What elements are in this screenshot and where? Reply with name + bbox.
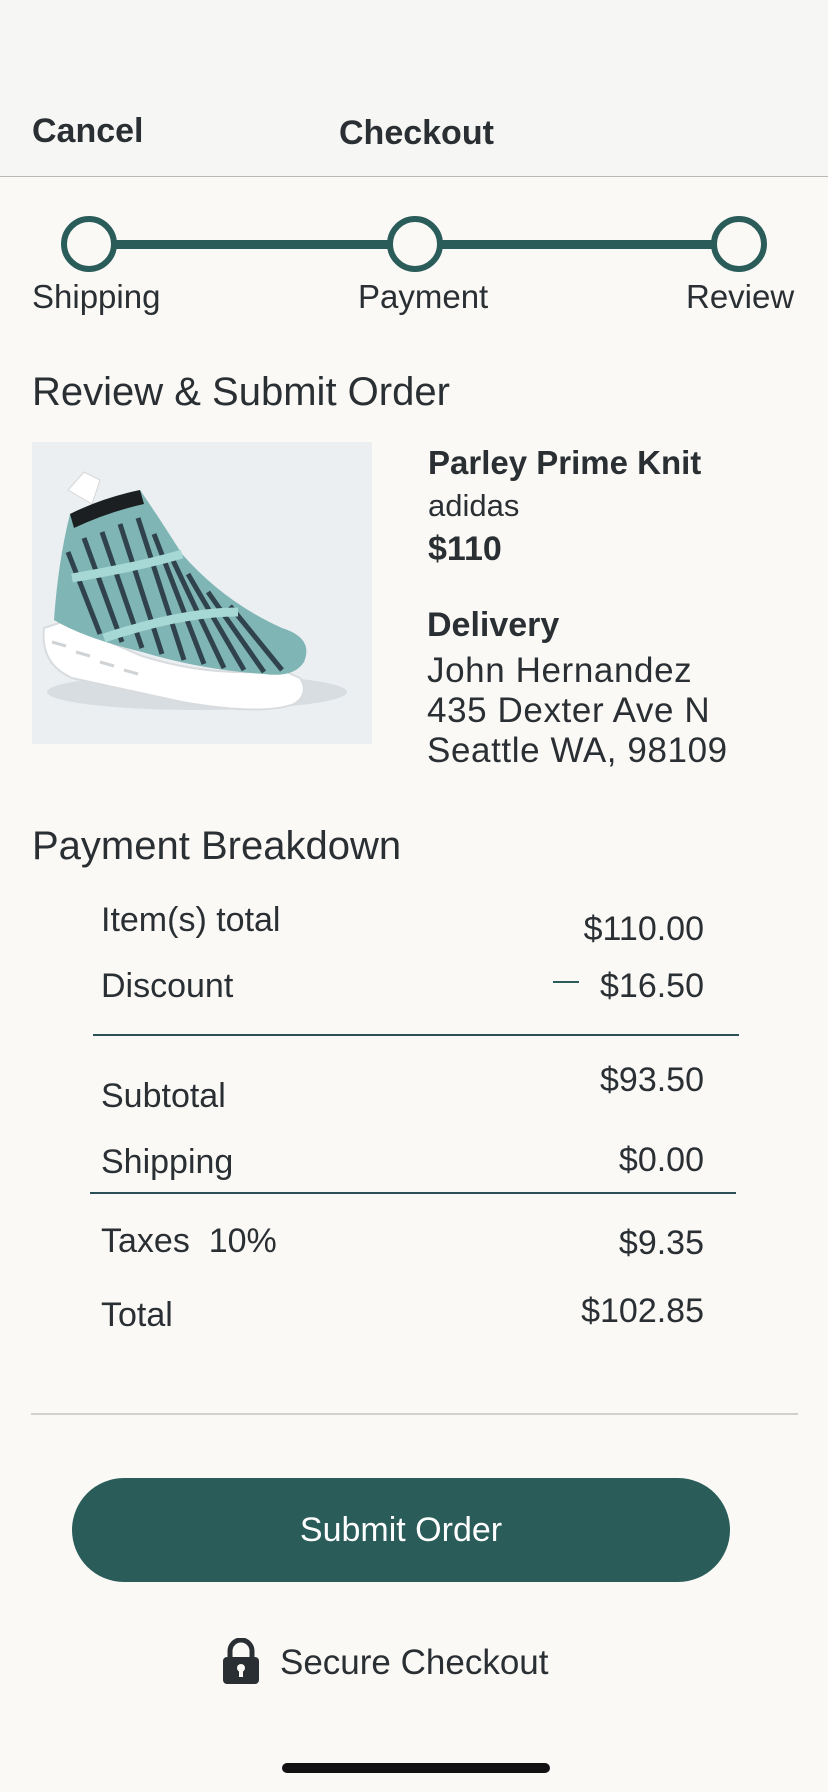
minus-icon [553,981,579,983]
lock-icon [222,1637,260,1689]
total-value: $102.85 [581,1292,704,1330]
delivery-label: Delivery [427,606,560,644]
discount-label: Discount [101,967,234,1005]
shipping-label: Shipping [101,1143,234,1181]
step-payment-label: Payment [358,278,489,315]
subtotal-label: Subtotal [101,1077,226,1115]
total-label: Total [101,1296,173,1334]
home-indicator[interactable] [282,1763,550,1773]
breakdown-divider [93,1034,739,1036]
cancel-button[interactable]: Cancel [32,112,144,151]
step-payment-indicator[interactable] [387,216,443,272]
taxes-value: $9.35 [618,1224,704,1262]
product-price: $110 [428,530,502,568]
submit-order-button[interactable]: Submit Order [72,1478,730,1582]
discount-value: $16.50 [600,967,704,1005]
step-review-indicator[interactable] [711,216,767,272]
taxes-label: Taxes 10% [101,1222,277,1260]
product-name: Parley Prime Knit [428,444,702,481]
sneaker-image [32,442,372,744]
footer-divider [31,1413,798,1415]
delivery-city: Seattle WA, 98109 [427,731,728,770]
delivery-name: John Hernandez [427,651,693,690]
product-image [32,442,372,744]
step-shipping-label: Shipping [32,278,161,315]
review-section-title: Review & Submit Order [32,370,450,414]
secure-checkout: Secure Checkout [222,1637,549,1689]
delivery-street: 435 Dexter Ave N [427,691,711,730]
secure-checkout-label: Secure Checkout [280,1643,549,1682]
header-divider [0,176,828,177]
items-total-label: Item(s) total [101,901,281,939]
step-review-label: Review [686,278,795,315]
page-title: Checkout [339,114,494,152]
breakdown-section-title: Payment Breakdown [32,824,402,868]
shipping-value: $0.00 [618,1141,704,1179]
step-shipping-indicator[interactable] [61,216,117,272]
subtotal-value: $93.50 [600,1061,704,1099]
breakdown-divider [90,1192,736,1194]
items-total-value: $110.00 [583,910,704,948]
product-brand: adidas [428,488,520,523]
